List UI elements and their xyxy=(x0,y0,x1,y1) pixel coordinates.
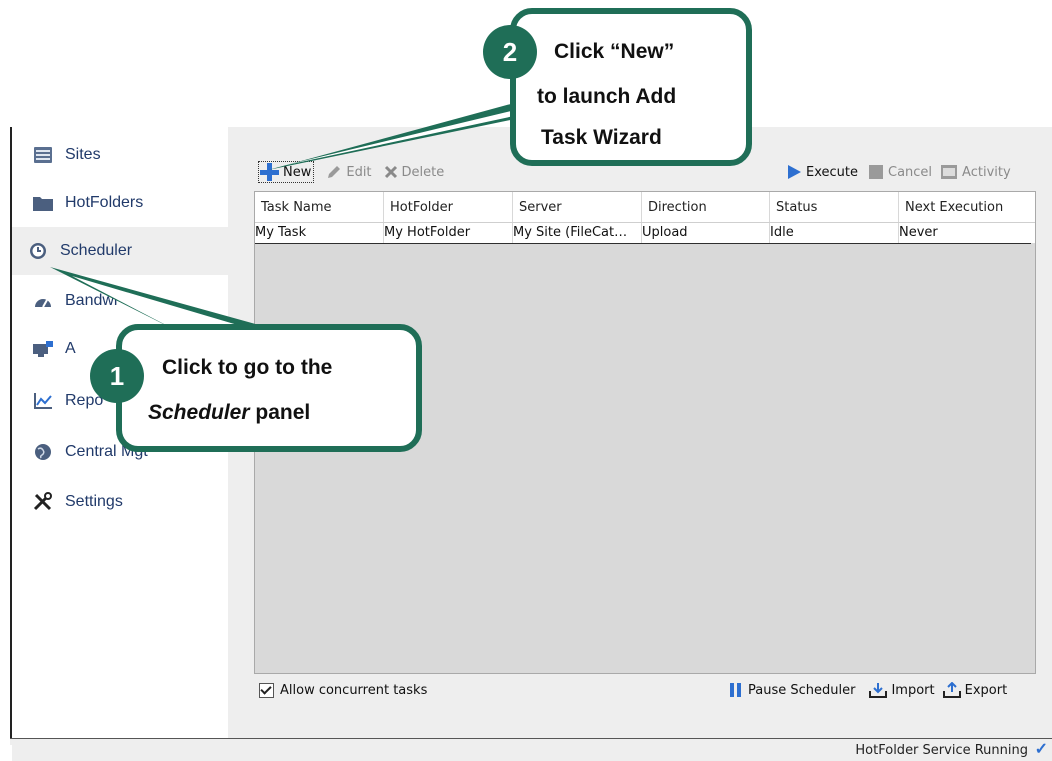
callout-2-pointer xyxy=(268,96,540,170)
callout-1-line-2-rest: panel xyxy=(249,401,311,424)
callout-1-line-2-italic: Scheduler xyxy=(148,401,250,424)
callout-2-line-2: to launch Add xyxy=(537,85,677,108)
callout-1-line-1: Click to go to the xyxy=(162,356,333,379)
callout-2-line-3: Task Wizard xyxy=(541,126,662,149)
callout-2-pointer-fill xyxy=(282,104,540,166)
callout-step-1 xyxy=(116,324,422,452)
callout-2-line-1: Click “New” xyxy=(554,40,675,63)
step-1-badge: 1 xyxy=(90,349,144,403)
step-2-badge: 2 xyxy=(483,25,537,79)
callout-1-line-2: Scheduler panel xyxy=(148,396,310,430)
